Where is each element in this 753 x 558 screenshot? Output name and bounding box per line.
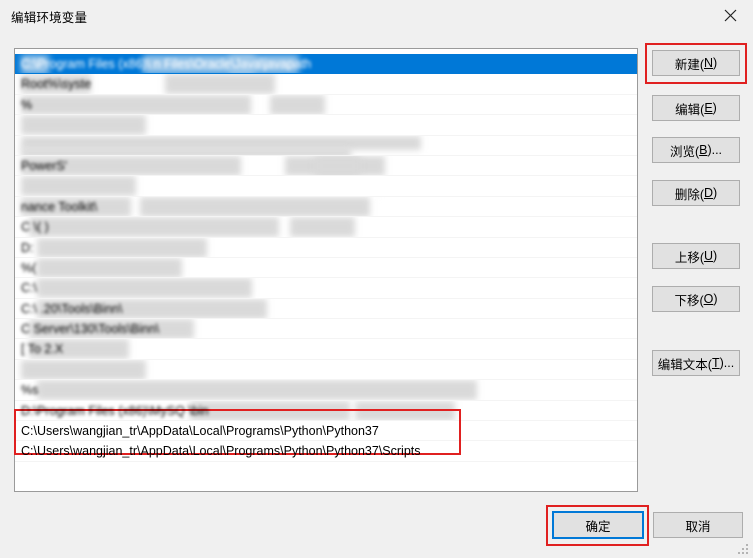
- move-up-button[interactable]: 上移(U): [652, 243, 740, 269]
- redaction-block: [21, 176, 136, 196]
- path-entry-text: C:\Users\wangjian_tr\AppData\Local\Progr…: [21, 444, 421, 459]
- cancel-button[interactable]: 取消: [653, 512, 743, 538]
- path-entry-text: %s: [21, 383, 39, 398]
- path-entry-text: D:: [21, 240, 34, 255]
- ok-button[interactable]: 确定: [553, 512, 643, 538]
- accelerator-letter: U: [703, 249, 714, 263]
- path-entry-text: D:\Program Files (x86)\MySQ \bin: [21, 403, 209, 418]
- redaction-block: [315, 155, 360, 176]
- path-entry-text: Root%\syste: [21, 77, 92, 92]
- redaction-block: [21, 115, 146, 135]
- path-entry-text: C Server\130\Tools\Binn\: [21, 322, 160, 337]
- redaction-block: [355, 400, 455, 421]
- redaction-block: [37, 257, 182, 278]
- path-list-row[interactable]: C:\: [15, 278, 637, 299]
- path-entry-text: [ To 2.X: [21, 342, 64, 357]
- path-list-row[interactable]: nance Toolkit\: [15, 196, 637, 218]
- path-entry-text: C:\: [21, 281, 37, 296]
- path-list-row[interactable]: [15, 462, 637, 482]
- path-list-row[interactable]: PowerS': [15, 155, 637, 177]
- accelerator-letter: D: [703, 186, 714, 200]
- resize-grip[interactable]: [738, 544, 750, 556]
- path-list-row[interactable]: C Server\130\Tools\Binn\: [15, 319, 637, 340]
- path-list-row[interactable]: [15, 359, 637, 381]
- edit-text-button[interactable]: 编辑文本(T)...: [652, 350, 740, 376]
- path-list-row[interactable]: %(: [15, 257, 637, 279]
- redaction-block: [37, 278, 252, 298]
- path-list-row[interactable]: D:\Program Files (x86)\MySQ \bin: [15, 400, 637, 422]
- title-bar: 编辑环境变量: [0, 0, 753, 34]
- path-list-box[interactable]: C:\Program Files (x86)\ n Files\Oracle\J…: [14, 48, 638, 492]
- accelerator-letter: B: [699, 143, 708, 157]
- accelerator-letter: N: [703, 56, 714, 70]
- delete-button[interactable]: 删除(D): [652, 180, 740, 206]
- path-list[interactable]: C:\Program Files (x86)\ n Files\Oracle\J…: [15, 54, 637, 491]
- edit-button[interactable]: 编辑(E): [652, 95, 740, 121]
- redaction-block: [270, 94, 325, 115]
- path-list-row[interactable]: D:: [15, 237, 637, 258]
- path-list-row[interactable]: C:\Program Files (x86)\ n Files\Oracle\J…: [15, 54, 637, 75]
- redaction-block: [285, 155, 385, 176]
- accelerator-letter: O: [703, 292, 714, 306]
- new-button[interactable]: 新建(N): [652, 50, 740, 76]
- path-list-row[interactable]: [15, 135, 637, 156]
- accelerator-letter: E: [704, 101, 713, 115]
- path-list-row[interactable]: Root%\syste: [15, 74, 637, 95]
- redaction-block: [21, 135, 421, 150]
- path-list-row[interactable]: [ To 2.X: [15, 339, 637, 360]
- path-list-row[interactable]: C \( ): [15, 217, 637, 238]
- redaction-block: [290, 217, 355, 237]
- path-entry-text: PowerS': [21, 158, 68, 173]
- redaction-block: [21, 359, 146, 380]
- path-entry-text: C:\ .20\Tools\Binn\: [21, 301, 123, 316]
- redaction-block: [140, 196, 370, 217]
- path-list-row[interactable]: [15, 482, 637, 491]
- path-entry-text: nance Toolkit\: [21, 199, 98, 214]
- dialog-title: 编辑环境变量: [11, 11, 88, 25]
- path-entry-text: %(: [21, 260, 37, 275]
- accelerator-letter: T: [711, 356, 720, 370]
- redaction-block: [378, 196, 379, 198]
- redaction-block: [29, 217, 279, 237]
- redaction-block: [37, 380, 477, 400]
- path-list-row[interactable]: C:\Users\wangjian_tr\AppData\Local\Progr…: [15, 441, 637, 462]
- move-down-button[interactable]: 下移(O): [652, 286, 740, 312]
- path-list-row[interactable]: C:\Users\wangjian_tr\AppData\Local\Progr…: [15, 421, 637, 442]
- path-entry-text: C:\Program Files (x86)\ n Files\Oracle\J…: [21, 57, 312, 71]
- path-list-row[interactable]: %: [15, 94, 637, 116]
- redaction-block: [37, 237, 207, 257]
- browse-button[interactable]: 浏览(B)...: [652, 137, 740, 163]
- redaction-block: [190, 400, 350, 421]
- path-list-row[interactable]: [15, 115, 637, 136]
- redaction-block: [21, 94, 251, 115]
- path-entry-text: C:\Users\wangjian_tr\AppData\Local\Progr…: [21, 424, 379, 439]
- path-list-row[interactable]: C:\ .20\Tools\Binn\: [15, 298, 637, 320]
- redaction-block: [165, 74, 275, 94]
- path-entry-text: C \( ): [21, 220, 49, 235]
- path-entry-text: %: [21, 97, 33, 112]
- redaction-block: [21, 147, 351, 155]
- path-list-row[interactable]: %s: [15, 380, 637, 401]
- path-list-row[interactable]: [15, 176, 637, 197]
- close-icon[interactable]: [708, 0, 753, 30]
